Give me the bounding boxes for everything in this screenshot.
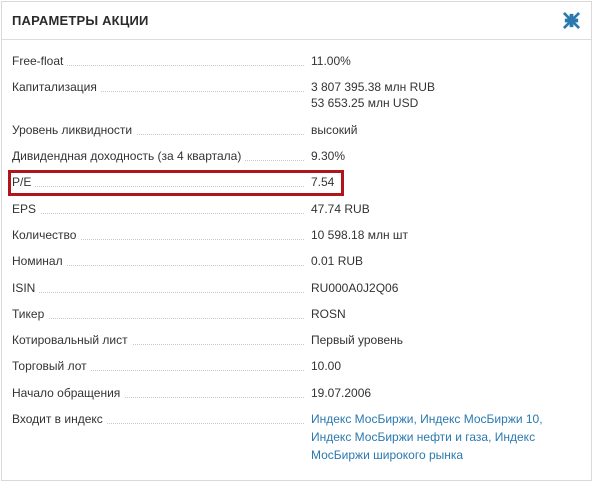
row-label: EPS	[12, 202, 41, 216]
row-value: 47.74 RUB	[311, 202, 370, 216]
row-value: 11.00%	[311, 54, 351, 68]
row-label: ISIN	[12, 281, 40, 295]
row-value: RU000A0J2Q06	[311, 281, 399, 295]
row-value: 9.30%	[311, 149, 346, 163]
row-value: 10.00	[311, 359, 342, 373]
row-label: Входит в индекс	[12, 412, 107, 426]
index-link-moex-oil-gas[interactable]: Индекс МосБиржи нефти и газа	[311, 430, 488, 444]
row-label: Номинал	[12, 254, 67, 268]
row-label: Тикер	[12, 307, 49, 321]
panel-title: ПАРАМЕТРЫ АКЦИИ	[12, 13, 149, 28]
row-value: Первый уровень	[311, 333, 404, 347]
compress-arrows-icon[interactable]	[562, 11, 581, 30]
index-link-moex10[interactable]: Индекс МосБиржи 10	[420, 412, 539, 426]
row-value: 7.54	[311, 175, 335, 189]
row-value: 10 598.18 млн шт	[311, 228, 409, 242]
index-link-moex[interactable]: Индекс МосБиржи	[311, 412, 413, 426]
panel-header: ПАРАМЕТРЫ АКЦИИ	[2, 2, 591, 40]
row-label: Начало обращения	[12, 386, 125, 400]
row-label: Дивидендная доходность (за 4 квартала)	[12, 149, 246, 163]
row-value: 19.07.2006	[311, 386, 372, 400]
row-label: Free-float	[12, 54, 68, 68]
index-links: Индекс МосБиржи, Индекс МосБиржи 10, Инд…	[311, 412, 543, 462]
row-label: Количество	[12, 228, 81, 242]
row-label: P/E	[12, 175, 36, 189]
row-label: Торговый лот	[12, 359, 91, 373]
row-value-line: 53 653.25 млн USD	[311, 96, 419, 110]
row-label: Котировальный лист	[12, 333, 132, 347]
stock-parameters-panel: ПАРАМЕТРЫ АКЦИИ Free-float 11.00% Капита…	[1, 1, 592, 481]
row-value: 3 807 395.38 млн RUB 53 653.25 млн USD	[311, 79, 435, 111]
row-value: 0.01 RUB	[311, 254, 364, 268]
row-value-line: 3 807 395.38 млн RUB	[311, 80, 435, 94]
row-value: высокий	[311, 123, 358, 137]
row-label: Уровень ликвидности	[12, 123, 137, 137]
row-label: Капитализация	[12, 80, 101, 94]
row-value: ROSN	[311, 307, 346, 321]
